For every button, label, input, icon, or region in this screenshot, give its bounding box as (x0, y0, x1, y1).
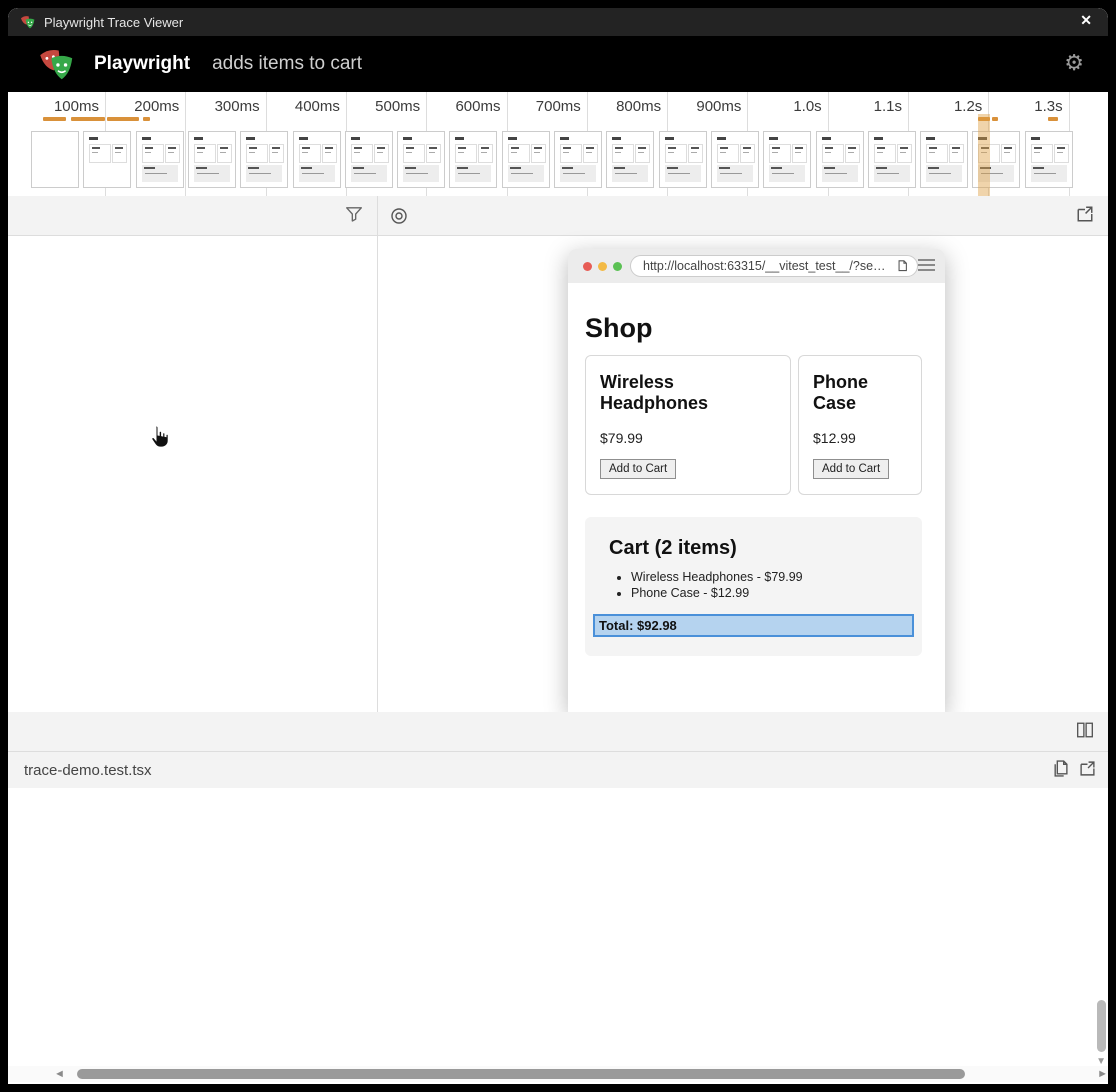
action-duration-bar (143, 117, 150, 121)
product-card: Phone Case $12.99 Add to Cart (798, 355, 922, 495)
timeline-tick-label: 300ms (186, 98, 260, 115)
snapshot-page: Shop Wireless Headphones $79.99 Add to C… (568, 283, 945, 712)
filmstrip-thumbnail[interactable] (136, 131, 184, 188)
filmstrip-thumbnail[interactable] (659, 131, 707, 188)
add-to-cart-button[interactable]: Add to Cart (600, 459, 676, 479)
traffic-light-red-icon (583, 262, 592, 271)
main-area: http://localhost:63315/__vitest_test__/?… (8, 196, 1108, 712)
add-to-cart-button[interactable]: Add to Cart (813, 459, 889, 479)
open-snapshot-icon[interactable] (1076, 205, 1094, 223)
copy-url-icon[interactable] (895, 260, 908, 273)
title-bar: Playwright Trace Viewer ✕ (8, 8, 1108, 36)
filmstrip-thumbnail[interactable] (554, 131, 602, 188)
timeline-tick-label: 1.0s (748, 98, 822, 115)
filmstrip-thumbnail[interactable] (711, 131, 759, 188)
filter-icon[interactable] (345, 205, 363, 223)
snapshot-browser: http://localhost:63315/__vitest_test__/?… (568, 249, 945, 712)
filmstrip-thumbnail[interactable] (606, 131, 654, 188)
cart-item: Wireless Headphones - $79.99 (631, 570, 922, 584)
source-code-view[interactable] (8, 788, 1108, 1066)
browser-chrome: http://localhost:63315/__vitest_test__/?… (568, 249, 945, 283)
timeline-tick-label: 1.2s (908, 98, 982, 115)
filmstrip-thumbnail[interactable] (763, 131, 811, 188)
product-name: Wireless Headphones (600, 372, 776, 414)
mouse-cursor-icon (148, 424, 172, 450)
test-title: adds items to cart (212, 53, 362, 75)
filmstrip-thumbnail[interactable] (345, 131, 393, 188)
bottom-tabstrip (8, 712, 1108, 752)
product-price: $79.99 (600, 430, 776, 446)
url-text: http://localhost:63315/__vitest_test__/?… (643, 259, 893, 273)
timeline-tick-label: 800ms (587, 98, 661, 115)
open-source-icon[interactable] (1079, 760, 1096, 777)
selected-time-band (978, 114, 990, 196)
timeline-tick-label: 500ms (346, 98, 420, 115)
product-name: Phone Case (813, 372, 907, 414)
actions-tabstrip (8, 196, 377, 236)
scroll-right-icon[interactable]: ► (1097, 1068, 1108, 1080)
product-price: $12.99 (813, 430, 907, 446)
horizontal-scrollbar[interactable]: ◄ ► (8, 1066, 1108, 1082)
cart-title: Cart (2 items) (609, 537, 922, 560)
filmstrip-thumbnail[interactable] (397, 131, 445, 188)
playwright-masks-icon (20, 14, 36, 30)
timeline-tick-label: 1.1s (828, 98, 902, 115)
timeline[interactable]: 100ms 200ms 300ms 400ms 500ms 600ms 700ms 800ms… (8, 92, 1108, 197)
timeline-tick-label: 700ms (507, 98, 581, 115)
action-duration-bar (43, 117, 66, 121)
product-card: Wireless Headphones $79.99 Add to Cart (585, 355, 791, 495)
snapshot-tabstrip (378, 196, 1108, 236)
action-duration-bar (107, 117, 139, 121)
playwright-logo-icon (38, 45, 76, 83)
source-file-bar: trace-demo.test.tsx (8, 752, 1108, 788)
timeline-tick-label: 1.3s (989, 98, 1063, 115)
url-bar[interactable]: http://localhost:63315/__vitest_test__/?… (630, 255, 918, 277)
cart-total-highlighted: Total: $92.98 (593, 614, 914, 637)
filmstrip-thumbnail[interactable] (293, 131, 341, 188)
target-icon[interactable] (390, 196, 408, 235)
cart-section: Cart (2 items) Wireless Headphones - $79… (585, 517, 922, 656)
app-header: Playwright adds items to cart ⚙ (8, 36, 1108, 92)
split-view-icon[interactable] (1076, 721, 1094, 739)
filmstrip-thumbnail[interactable] (920, 131, 968, 188)
traffic-light-yellow-icon (598, 262, 607, 271)
filmstrip-thumbnail[interactable] (868, 131, 916, 188)
timeline-tick-label: 400ms (266, 98, 340, 115)
filmstrip-thumbnail[interactable] (188, 131, 236, 188)
close-icon[interactable]: ✕ (1080, 12, 1092, 29)
snapshot-panel: http://localhost:63315/__vitest_test__/?… (378, 196, 1108, 712)
traffic-light-green-icon (613, 262, 622, 271)
vertical-scrollbar[interactable] (1097, 1000, 1106, 1052)
source-file-name: trace-demo.test.tsx (24, 762, 152, 779)
copy-icon[interactable] (1052, 760, 1069, 777)
menu-icon[interactable] (918, 259, 935, 274)
bottom-panel: trace-demo.test.tsx ▼ ◄ ► (8, 712, 1108, 1084)
action-duration-bar (71, 117, 105, 121)
cart-item: Phone Case - $12.99 (631, 586, 922, 600)
action-duration-bar (1048, 117, 1058, 121)
timeline-tick-label: 900ms (667, 98, 741, 115)
action-duration-bar (992, 117, 998, 121)
actions-panel (8, 196, 378, 712)
filmstrip-thumbnail[interactable] (1025, 131, 1073, 188)
trace-viewer-window: Playwright Trace Viewer ✕ Playwright add… (8, 8, 1108, 1084)
gear-icon[interactable]: ⚙ (1064, 50, 1084, 76)
shop-heading: Shop (585, 313, 653, 344)
timeline-tick-label: 200ms (105, 98, 179, 115)
app-name: Playwright (94, 53, 190, 75)
filmstrip-thumbnail[interactable] (31, 131, 79, 188)
timeline-tick-label: 100ms (25, 98, 99, 115)
filmstrip-thumbnail[interactable] (502, 131, 550, 188)
cart-items-list: Wireless Headphones - $79.99 Phone Case … (631, 570, 922, 600)
scroll-left-icon[interactable]: ◄ (54, 1068, 65, 1080)
timeline-tick-label: 600ms (427, 98, 501, 115)
filmstrip-thumbnail[interactable] (240, 131, 288, 188)
window-title: Playwright Trace Viewer (44, 15, 183, 30)
filmstrip-thumbnail[interactable] (83, 131, 131, 188)
filmstrip-thumbnail[interactable] (449, 131, 497, 188)
horizontal-scroll-thumb[interactable] (77, 1069, 965, 1079)
actions-list (8, 236, 377, 712)
filmstrip-thumbnail[interactable] (816, 131, 864, 188)
